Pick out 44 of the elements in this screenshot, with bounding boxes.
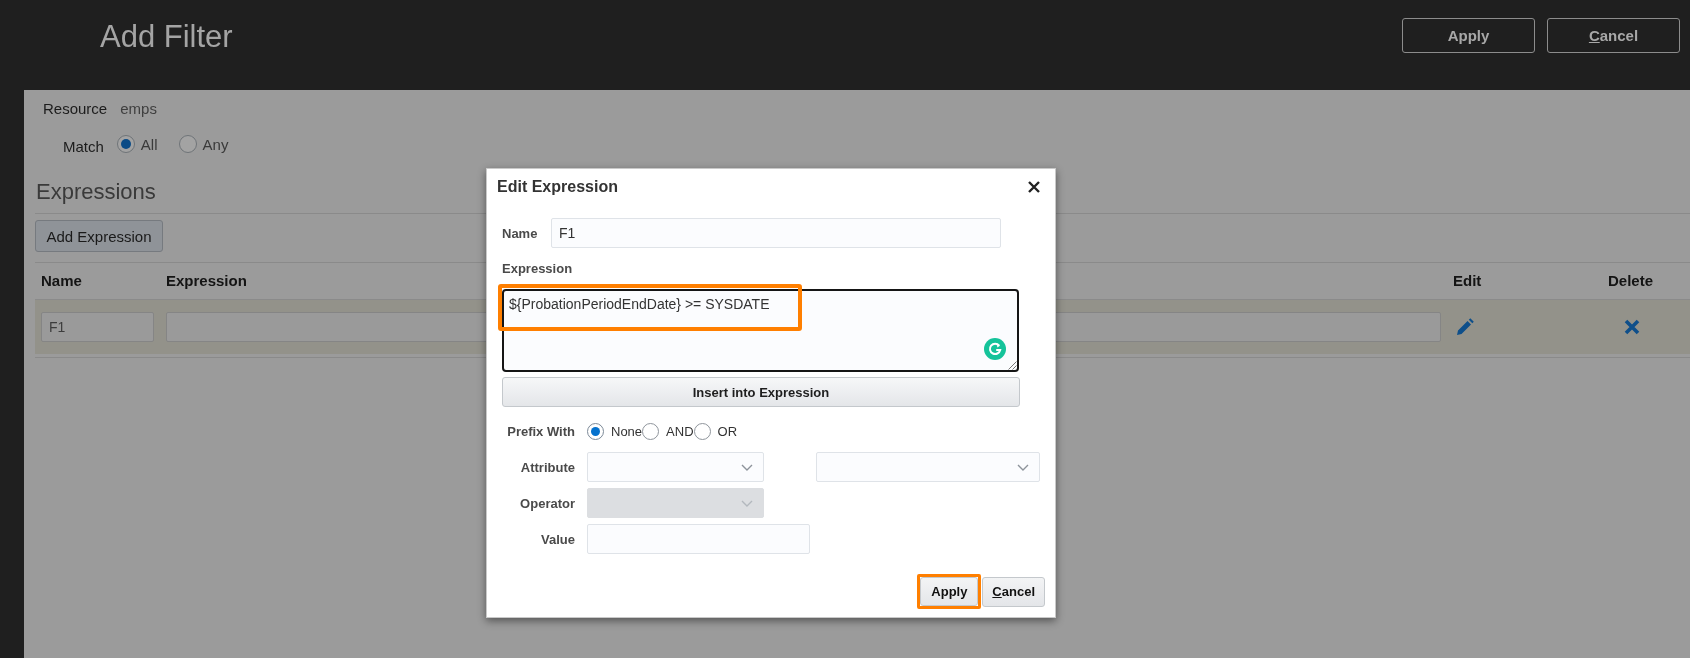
option-label: All <box>140 135 158 153</box>
value-field[interactable] <box>587 524 810 554</box>
radio-button[interactable] <box>178 135 197 153</box>
expression-textarea[interactable]: ${ProbationPeriodEndDate} >= SYSDATE <box>502 289 1019 372</box>
column-header: Expression <box>166 272 247 289</box>
chevron-icon <box>741 499 753 507</box>
field-value: emps <box>120 99 157 119</box>
field-label: Attribute <box>519 459 575 475</box>
field-label: Value <box>540 531 575 547</box>
radio-button[interactable] <box>116 135 135 153</box>
header-button[interactable]: Cancel <box>1547 18 1680 53</box>
column-header: Delete <box>1608 272 1654 289</box>
close-icon[interactable] <box>1028 180 1040 193</box>
name-field[interactable]: F1 <box>41 312 154 342</box>
column-header: Name <box>41 272 82 289</box>
header-button[interactable]: Apply <box>1402 18 1535 53</box>
page-title: Add Filter <box>100 19 233 55</box>
field-label: Resource <box>43 99 108 119</box>
column-header: Edit <box>1453 272 1482 289</box>
field-label: Prefix With <box>506 423 575 439</box>
chevron-icon <box>1017 463 1029 471</box>
radio-button[interactable] <box>587 422 604 440</box>
name-field[interactable]: F1 <box>551 218 1001 248</box>
field-label: Expression <box>502 261 573 276</box>
section-heading: Expressions <box>36 178 156 206</box>
cross-icon[interactable] <box>1624 319 1640 335</box>
dialog-button[interactable]: Apply <box>920 577 979 606</box>
field-label: Operator <box>519 495 575 511</box>
field-label: Match <box>63 137 104 155</box>
pencil-icon[interactable] <box>1455 317 1475 337</box>
option-label: OR <box>717 423 738 439</box>
option-label: Any <box>202 135 229 153</box>
option-label: None <box>611 423 643 439</box>
g-circle-icon[interactable] <box>984 338 1006 360</box>
resize-grip-icon[interactable] <box>1008 361 1017 370</box>
chevron-icon <box>741 463 753 471</box>
insert-button[interactable]: Insert into Expression <box>502 377 1020 407</box>
dialog-button[interactable]: Cancel <box>982 576 1045 607</box>
option-label: AND <box>666 423 694 439</box>
radio-button[interactable] <box>642 422 660 440</box>
dialog-title: Edit Expression <box>497 177 618 196</box>
field-label: Name <box>502 225 539 241</box>
radio-button[interactable] <box>693 422 711 440</box>
add-expression-button[interactable]: Add Expression <box>35 220 163 252</box>
